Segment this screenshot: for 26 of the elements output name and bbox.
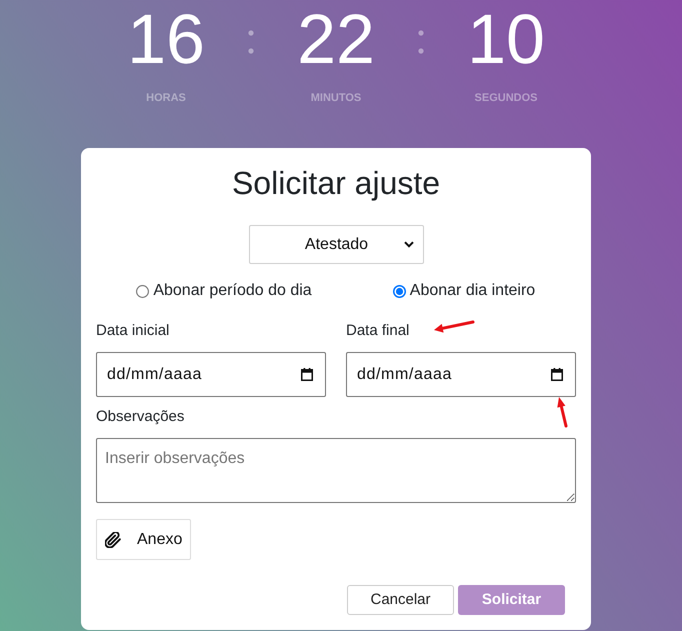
countdown-unit: SEGUNDOS	[474, 91, 538, 105]
attach-button[interactable]: Anexo	[96, 519, 191, 560]
field-label: Data inicial	[96, 322, 170, 340]
paperclip-icon	[105, 532, 121, 548]
field-label: Data final	[346, 322, 410, 340]
countdown-unit: MINUTOS	[310, 91, 362, 105]
countdown-value: 16	[127, 4, 205, 74]
radio-button[interactable]	[392, 284, 406, 298]
separator-dots-icon	[418, 30, 424, 54]
radio-button[interactable]	[136, 284, 150, 298]
radio-option[interactable]: Abonar dia inteiro	[392, 281, 536, 301]
radio-option[interactable]: Abonar período do dia	[136, 281, 312, 301]
countdown-value: 22	[297, 4, 375, 74]
date-field[interactable]: dd/mm/aaaa	[346, 352, 576, 397]
cancel-button[interactable]: Cancelar	[347, 585, 454, 615]
dialog-title: Solicitar ajuste	[230, 164, 442, 202]
calendar-icon[interactable]	[551, 368, 563, 381]
date-field[interactable]: dd/mm/aaaa	[96, 352, 326, 397]
separator-dots-icon	[248, 30, 254, 54]
chevron-down-icon	[404, 241, 414, 248]
countdown-value: 10	[467, 4, 545, 74]
notes-field[interactable]: Inserir observações	[96, 438, 576, 503]
type-dropdown[interactable]: Atestado	[248, 225, 424, 264]
field-label: Observações	[96, 408, 184, 426]
annotation-arrow	[433, 319, 475, 335]
calendar-icon[interactable]	[301, 368, 313, 381]
